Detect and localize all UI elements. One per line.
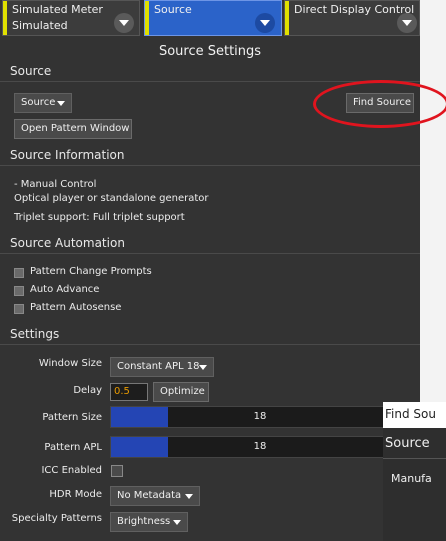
tab-label: Source (154, 3, 192, 16)
specialty-patterns-label: Specialty Patterns (11, 513, 102, 524)
icc-enabled-checkbox[interactable] (111, 465, 123, 477)
tab-sublabel: Simulated (12, 19, 68, 32)
section-header-settings: Settings (0, 325, 420, 345)
icc-enabled-label: ICC Enabled (41, 465, 102, 476)
tab-stripe (145, 1, 149, 35)
dropdown-arrow-icon (57, 101, 65, 106)
divider (383, 458, 446, 459)
checkbox-icon[interactable] (14, 304, 24, 314)
dialog-title: Find Sou (385, 407, 436, 421)
hdr-mode-dropdown[interactable]: No Metadata (110, 486, 200, 506)
checkbox-label: Pattern Autosense (30, 302, 122, 313)
source-info-line: Optical player or standalone generator (14, 193, 209, 204)
dialog-body: Source Manufa (383, 428, 446, 541)
dropdown-arrow-icon (185, 494, 193, 499)
page-title: Source Settings (158, 44, 262, 59)
window-size-label: Window Size (38, 358, 102, 369)
hdr-mode-label: HDR Mode (49, 489, 102, 500)
pattern-size-slider[interactable]: 18 (110, 406, 410, 428)
specialty-patterns-dropdown[interactable]: Brightness (110, 512, 188, 532)
tab-stripe (285, 1, 289, 35)
chevron-down-icon[interactable] (397, 13, 417, 33)
specialty-patterns-value: Brightness (117, 516, 171, 527)
section-header-source-information: Source Information (0, 146, 420, 166)
dialog-field-label: Manufa (391, 472, 432, 485)
source-dropdown[interactable]: Source (14, 93, 72, 113)
source-dropdown-value: Source (21, 97, 56, 108)
pattern-apl-slider[interactable]: 18 (110, 436, 410, 458)
slider-value: 18 (253, 411, 267, 422)
slider-value: 18 (253, 441, 267, 452)
checkbox-icon[interactable] (14, 268, 24, 278)
tab-direct-display-control[interactable]: Direct Display Control (284, 0, 420, 36)
checkbox-label: Auto Advance (30, 284, 100, 295)
source-info-line: - Manual Control (14, 179, 97, 190)
chevron-down-icon[interactable] (255, 13, 275, 33)
tab-simulated-meter[interactable]: Simulated Meter Simulated (2, 0, 140, 36)
section-header-source-automation: Source Automation (0, 234, 420, 254)
dropdown-arrow-icon (173, 520, 181, 525)
pattern-apl-label: Pattern APL (44, 442, 102, 453)
open-pattern-window-button[interactable]: Open Pattern Window (14, 119, 132, 139)
section-header-source: Source (0, 62, 420, 82)
tab-source[interactable]: Source (144, 0, 282, 36)
checkbox-label: Pattern Change Prompts (30, 266, 152, 277)
hdr-mode-value: No Metadata (117, 490, 182, 501)
window-size-dropdown[interactable]: Constant APL 18 (110, 357, 214, 377)
chevron-down-icon[interactable] (114, 13, 134, 33)
red-annotation-circle (313, 80, 446, 128)
window-size-value: Constant APL 18 (117, 361, 200, 372)
pattern-size-label: Pattern Size (42, 412, 102, 423)
source-info-line: Triplet support: Full triplet support (14, 212, 185, 223)
optimize-button[interactable]: Optimize (153, 382, 209, 402)
dialog-heading: Source (385, 436, 430, 451)
dropdown-arrow-icon (199, 365, 207, 370)
tab-label: Simulated Meter (12, 3, 103, 16)
delay-input[interactable]: 0.5 (110, 383, 148, 401)
checkbox-icon[interactable] (14, 286, 24, 296)
tab-label: Direct Display Control (294, 3, 415, 16)
find-source-dialog: Find Sou Source Manufa (383, 402, 446, 541)
tab-stripe (3, 1, 7, 35)
delay-label: Delay (73, 385, 102, 396)
